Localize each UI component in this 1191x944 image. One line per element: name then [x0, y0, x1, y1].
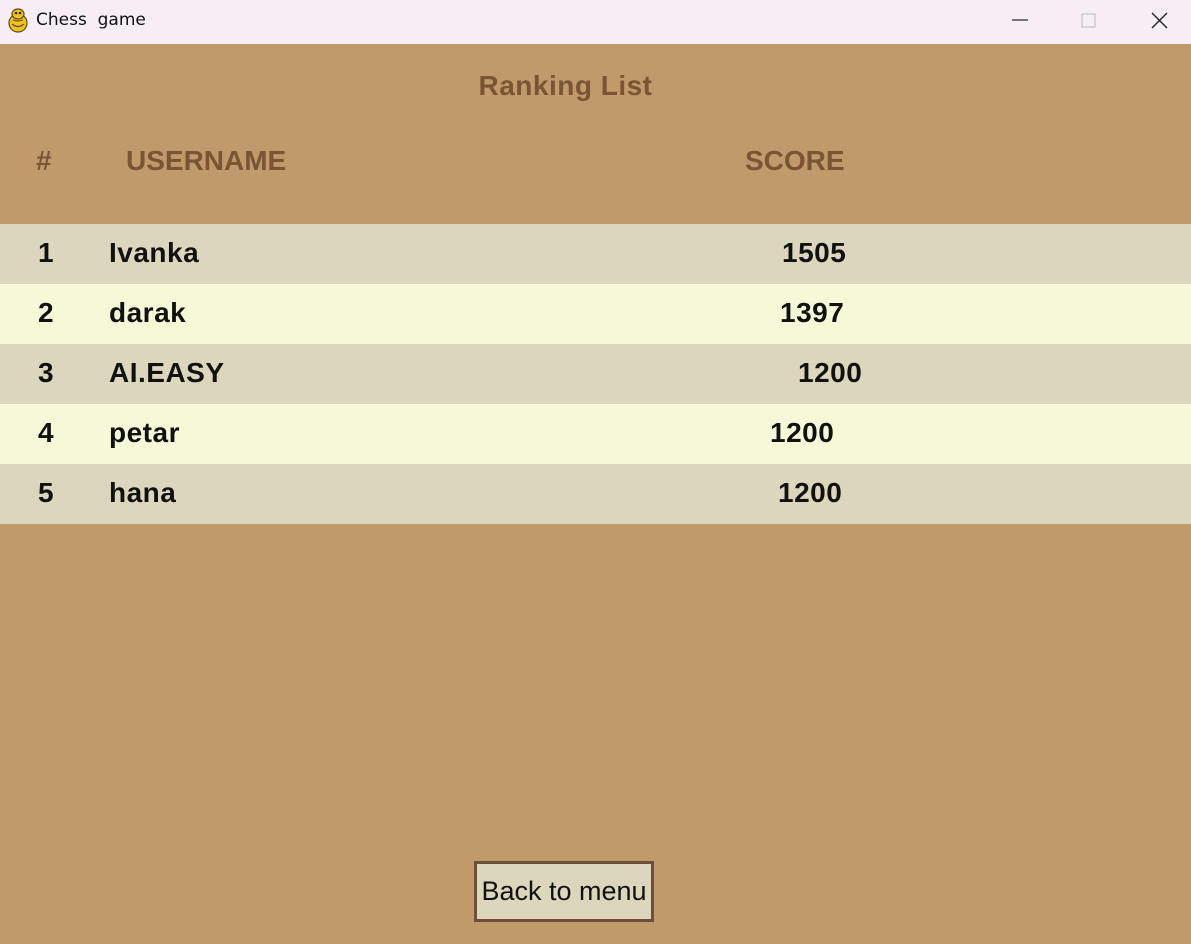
score-cell: 1200 [778, 477, 843, 508]
chess-game-window: Chess game Ranking List # USERNAME SCORE… [0, 0, 1191, 944]
score-cell: 1200 [798, 357, 863, 388]
table-row: 5 hana 1200 [0, 464, 1191, 524]
maximize-button[interactable] [1058, 0, 1118, 44]
username-cell: AI.EASY [109, 357, 225, 388]
back-to-menu-button[interactable]: Back to menu [474, 861, 654, 922]
rank-cell: 4 [38, 417, 55, 448]
rank-cell: 5 [38, 477, 55, 508]
table-row: 1 Ivanka 1505 [0, 224, 1191, 284]
score-cell: 1505 [782, 237, 847, 268]
minimize-button[interactable] [990, 0, 1050, 44]
table-row: 3 AI.EASY 1200 [0, 344, 1191, 404]
rank-cell: 3 [38, 357, 55, 388]
maximize-icon [1081, 13, 1096, 28]
close-icon [1151, 12, 1168, 29]
minimize-icon [1012, 19, 1028, 21]
page-title: Ranking List [478, 70, 653, 101]
column-header-rank: # [36, 145, 52, 176]
close-button[interactable] [1129, 0, 1189, 44]
python-snake-icon [6, 8, 30, 34]
window-title: Chess game [36, 10, 146, 30]
score-cell: 1397 [780, 297, 845, 328]
username-cell: darak [109, 297, 187, 328]
username-cell: petar [109, 417, 180, 448]
table-row: 4 petar 1200 [0, 404, 1191, 464]
rank-cell: 2 [38, 297, 55, 328]
username-cell: Ivanka [109, 237, 200, 268]
table-row: 2 darak 1397 [0, 284, 1191, 344]
score-cell: 1200 [770, 417, 835, 448]
rank-cell: 1 [38, 237, 55, 268]
title-bar[interactable]: Chess game [0, 0, 1191, 44]
column-header-username: USERNAME [126, 145, 287, 176]
column-header-score: SCORE [745, 145, 845, 176]
username-cell: hana [109, 477, 177, 508]
